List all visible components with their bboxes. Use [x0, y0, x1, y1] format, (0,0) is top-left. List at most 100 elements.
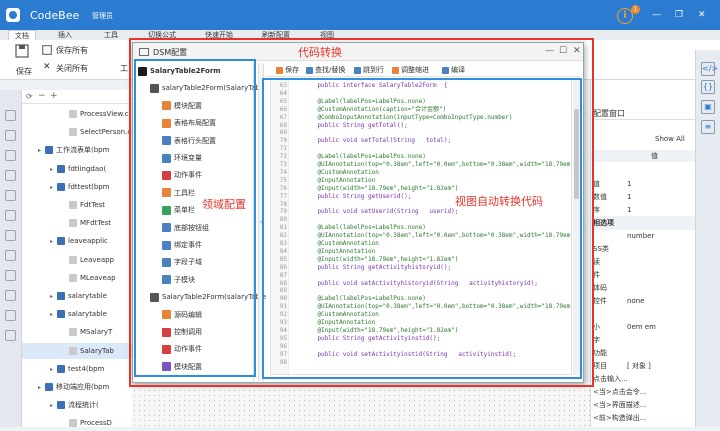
expand-icon[interactable]: ▸: [38, 380, 45, 396]
property-row[interactable]: 功能: [591, 346, 696, 360]
tree-item[interactable]: ▸ test4(bpm: [22, 361, 132, 377]
tool-icon-5[interactable]: [5, 190, 16, 201]
goto-line-button[interactable]: 跳到行: [354, 65, 384, 75]
tool-icon-10[interactable]: [5, 290, 16, 301]
tab-refresh-config[interactable]: 刷新配置: [262, 30, 290, 40]
property-row[interactable]: number: [591, 229, 696, 243]
tool-icon-9[interactable]: [5, 270, 16, 281]
save-button[interactable]: 保存: [10, 42, 34, 76]
domain-config-item[interactable]: 子模块: [162, 272, 195, 288]
domain-config-item[interactable]: SalaryTable2Form: [138, 63, 221, 79]
minimize-button[interactable]: —: [652, 10, 661, 20]
property-row[interactable]: <当>界面描述...: [591, 398, 696, 412]
code-scrollbar[interactable]: [573, 79, 580, 375]
domain-config-item[interactable]: 表格布局配置: [162, 115, 216, 131]
domain-config-item[interactable]: 模块配置: [162, 359, 202, 375]
tree-item[interactable]: ProcessView.cl: [22, 106, 132, 122]
property-row[interactable]: 体码: [591, 281, 696, 295]
tree-item[interactable]: ▸ leaveapplic: [22, 233, 132, 249]
tree-item[interactable]: ▸ fdtlingdao(: [22, 161, 132, 177]
format-indent-button[interactable]: 调整缩进: [392, 65, 429, 75]
property-row[interactable]: 相选项: [591, 216, 696, 230]
tool-icon-7[interactable]: [5, 230, 16, 241]
tree-item[interactable]: ▸ fdttest(bpm: [22, 179, 132, 195]
tool-icon-8[interactable]: [5, 250, 16, 261]
save-all-button[interactable]: 保存所有: [42, 45, 102, 57]
dialog-minimize-button[interactable]: —: [545, 46, 554, 56]
close-app-button[interactable]: ✕: [698, 10, 706, 20]
tab-quick-start[interactable]: 快速开始: [205, 30, 233, 40]
tab-document[interactable]: 文档: [8, 30, 36, 40]
tree-item[interactable]: Leaveapp: [22, 252, 132, 268]
tree-item[interactable]: ▸ 流程统计(: [22, 397, 132, 413]
domain-config-item[interactable]: 字段子域: [162, 254, 202, 270]
tool-icon-2[interactable]: [5, 130, 16, 141]
property-row[interactable]: [591, 164, 696, 178]
tree-item[interactable]: ▸ salarytable: [22, 306, 132, 322]
expand-icon[interactable]: ▸: [50, 289, 57, 305]
close-all-button[interactable]: ✕ 关闭所有: [42, 62, 102, 75]
expand-icon[interactable]: ▸: [38, 143, 45, 159]
design-canvas-grid[interactable]: [132, 383, 590, 427]
property-row[interactable]: 值1: [591, 177, 696, 191]
property-row[interactable]: 序1: [591, 203, 696, 217]
arrange-icon[interactable]: ≡: [701, 120, 715, 134]
domain-config-item[interactable]: 模块配置: [162, 98, 202, 114]
tree-item[interactable]: MLeaveap: [22, 270, 132, 286]
braces-icon[interactable]: {}: [701, 80, 715, 94]
tab-tools[interactable]: 工具: [104, 30, 118, 40]
code-save-button[interactable]: 保存: [276, 65, 299, 75]
domain-config-item[interactable]: 动作事件: [162, 341, 202, 357]
code-editor[interactable]: 63 public interface SalaryTable2Form {64…: [270, 79, 572, 375]
expand-icon[interactable]: ▸: [50, 234, 57, 250]
tree-item[interactable]: ▸ 移动端应用(bpm: [22, 379, 132, 395]
dialog-close-button[interactable]: ✕: [573, 46, 581, 56]
tab-insert[interactable]: 插入: [58, 30, 72, 40]
expand-icon[interactable]: ▸: [50, 162, 57, 178]
property-row[interactable]: <当>点击会令...: [591, 385, 696, 399]
user-menu[interactable]: 管理员: [92, 11, 113, 21]
code-icon[interactable]: </>: [701, 62, 718, 76]
dialog-maximize-button[interactable]: ☐: [559, 46, 567, 56]
property-row[interactable]: <前>构造弹出...: [591, 411, 696, 425]
scrollbar-thumb[interactable]: [574, 109, 579, 199]
domain-config-item[interactable]: 动作事件: [162, 167, 202, 183]
layers-icon[interactable]: ▣: [701, 100, 715, 114]
expand-icon[interactable]: ▸: [50, 307, 57, 323]
domain-config-item[interactable]: 环境变量: [162, 150, 202, 166]
expand-icon[interactable]: ▸: [50, 362, 57, 378]
tool-icon-1[interactable]: [5, 110, 16, 121]
expand-icon[interactable]: ▸: [50, 398, 57, 414]
property-row[interactable]: 点击输入...: [591, 372, 696, 386]
add-icon[interactable]: +: [50, 91, 58, 101]
domain-config-item[interactable]: 底部按钮组: [162, 220, 209, 236]
tree-item[interactable]: SalaryTab: [22, 342, 132, 359]
collapse-icon[interactable]: −: [38, 91, 46, 101]
tree-item[interactable]: SelectPerson.cl: [22, 124, 133, 140]
property-row[interactable]: 小 0em em: [591, 320, 696, 334]
domain-config-item[interactable]: 工具栏: [162, 185, 195, 201]
property-row[interactable]: 控件 none: [591, 294, 696, 308]
property-row[interactable]: [591, 307, 696, 321]
property-row[interactable]: 字: [591, 333, 696, 347]
property-row[interactable]: 读: [591, 255, 696, 269]
domain-config-item[interactable]: 表格行头配置: [162, 133, 216, 149]
tab-view[interactable]: 视图: [320, 30, 334, 40]
property-row[interactable]: 项目 [ 对象 ]: [591, 359, 696, 373]
domain-config-item[interactable]: 绑定事件: [162, 237, 202, 253]
domain-config-item[interactable]: salaryTable2Form(SalaryTab: [150, 80, 260, 96]
domain-config-item[interactable]: 菜单栏: [162, 202, 195, 218]
pane-splitter[interactable]: ‹: [258, 63, 264, 381]
tool-icon-12[interactable]: [5, 330, 16, 341]
find-replace-button[interactable]: 查找/替换: [306, 65, 345, 75]
domain-config-item[interactable]: 控制调用: [162, 324, 202, 340]
domain-config-item[interactable]: 源码编辑: [162, 307, 202, 323]
tree-item[interactable]: ▸ 工作流表单(bpm: [22, 142, 132, 158]
domain-config-item[interactable]: SalaryTable2Form(salaryTable: [150, 289, 266, 305]
tree-item[interactable]: ▸ salarytable: [22, 288, 132, 304]
tool-icon-4[interactable]: [5, 170, 16, 181]
property-row[interactable]: 件: [591, 268, 696, 282]
tab-switch-formula[interactable]: 切换公式: [148, 30, 176, 40]
refresh-icon[interactable]: ⟳: [26, 92, 33, 101]
show-all-dropdown[interactable]: Show All: [655, 135, 685, 143]
